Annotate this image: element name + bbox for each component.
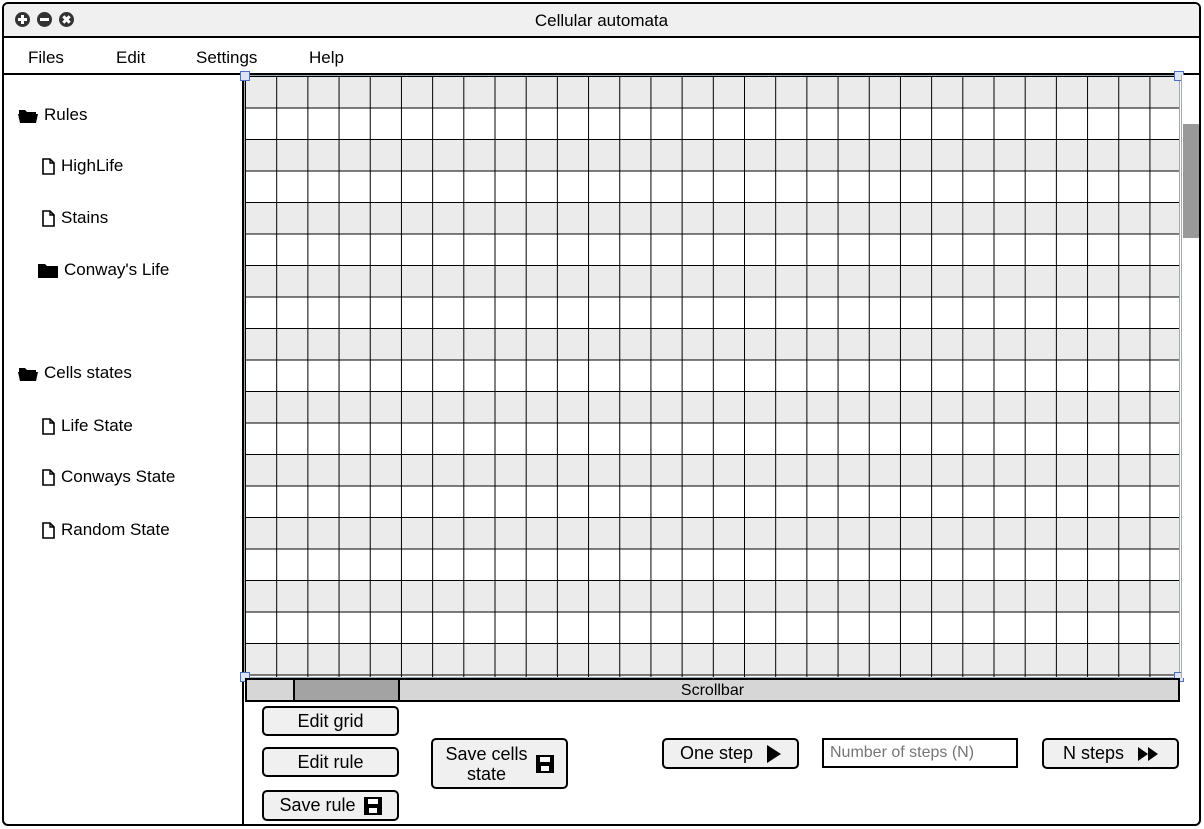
save-cells-state-button[interactable]: Save cells state bbox=[431, 738, 568, 789]
vertical-scrollbar-thumb[interactable] bbox=[1183, 124, 1199, 238]
tree-item-random-state[interactable]: Random State bbox=[42, 520, 170, 540]
tree-folder-cells-states[interactable]: Cells states bbox=[18, 363, 132, 383]
tree-item-label: Conways State bbox=[61, 467, 176, 486]
save-disk-icon bbox=[535, 754, 554, 773]
file-icon bbox=[42, 157, 55, 175]
file-icon bbox=[42, 521, 55, 539]
cell-grid-canvas[interactable] bbox=[244, 75, 1180, 678]
save-rule-label: Save rule bbox=[279, 795, 356, 815]
tree-item-stains[interactable]: Stains bbox=[42, 208, 108, 228]
menu-bar: Files Edit Settings Help bbox=[4, 38, 1199, 75]
save-rule-button[interactable]: Save rule bbox=[262, 790, 399, 821]
file-icon bbox=[42, 468, 55, 486]
tree-item-life-state[interactable]: Life State bbox=[42, 416, 133, 436]
file-icon bbox=[42, 209, 55, 227]
title-bar: Cellular automata bbox=[4, 4, 1199, 38]
edit-grid-label: Edit grid bbox=[297, 710, 364, 731]
tree-folder-label: Cells states bbox=[44, 363, 132, 382]
tree-item-label: Life State bbox=[61, 416, 133, 435]
horizontal-scrollbar-thumb[interactable] bbox=[293, 680, 400, 700]
vertical-scrollbar[interactable] bbox=[1181, 75, 1199, 678]
edit-rule-button[interactable]: Edit rule bbox=[262, 747, 399, 777]
one-step-label: One step bbox=[679, 743, 754, 763]
menu-settings[interactable]: Settings bbox=[196, 48, 257, 68]
sidebar-tree: Rules HighLife Stains Conway's Life Cell… bbox=[4, 75, 244, 824]
save-cells-state-text: Save cells state bbox=[445, 744, 527, 784]
save-cells-state-label-line1: Save cells bbox=[445, 743, 528, 764]
folder-icon bbox=[38, 263, 58, 278]
open-folder-icon bbox=[18, 109, 38, 123]
one-step-button[interactable]: One step bbox=[662, 738, 799, 769]
n-steps-label: N steps bbox=[1062, 743, 1125, 763]
tree-folder-rules[interactable]: Rules bbox=[18, 105, 87, 125]
menu-help[interactable]: Help bbox=[309, 48, 344, 68]
tree-folder-conways-life[interactable]: Conway's Life bbox=[38, 260, 169, 280]
tree-item-label: Random State bbox=[61, 520, 170, 539]
tree-item-label: HighLife bbox=[61, 156, 124, 175]
number-of-steps-input[interactable] bbox=[822, 738, 1018, 768]
resize-handle-top-left[interactable] bbox=[240, 71, 250, 81]
save-disk-icon bbox=[363, 796, 382, 815]
tree-item-highlife[interactable]: HighLife bbox=[42, 156, 123, 176]
edit-grid-button[interactable]: Edit grid bbox=[262, 706, 399, 736]
tree-item-conways-state[interactable]: Conways State bbox=[42, 467, 175, 487]
window-title: Cellular automata bbox=[534, 11, 669, 30]
tree-item-label: Stains bbox=[61, 208, 109, 227]
n-steps-button[interactable]: N steps bbox=[1042, 738, 1179, 769]
file-icon bbox=[42, 417, 55, 435]
open-folder-icon bbox=[18, 367, 38, 381]
app-window: Cellular automata Files Edit Settings He… bbox=[2, 2, 1201, 826]
play-icon bbox=[767, 744, 782, 763]
tree-folder-label: Rules bbox=[44, 105, 88, 124]
save-cells-state-label-line2: state bbox=[466, 763, 506, 784]
edit-rule-label: Edit rule bbox=[297, 751, 364, 772]
menu-files[interactable]: Files bbox=[28, 48, 64, 68]
fast-forward-icon bbox=[1138, 746, 1159, 761]
horizontal-scrollbar[interactable]: Scrollbar bbox=[245, 678, 1180, 702]
tree-item-label: Conway's Life bbox=[64, 260, 170, 279]
menu-edit[interactable]: Edit bbox=[116, 48, 145, 68]
